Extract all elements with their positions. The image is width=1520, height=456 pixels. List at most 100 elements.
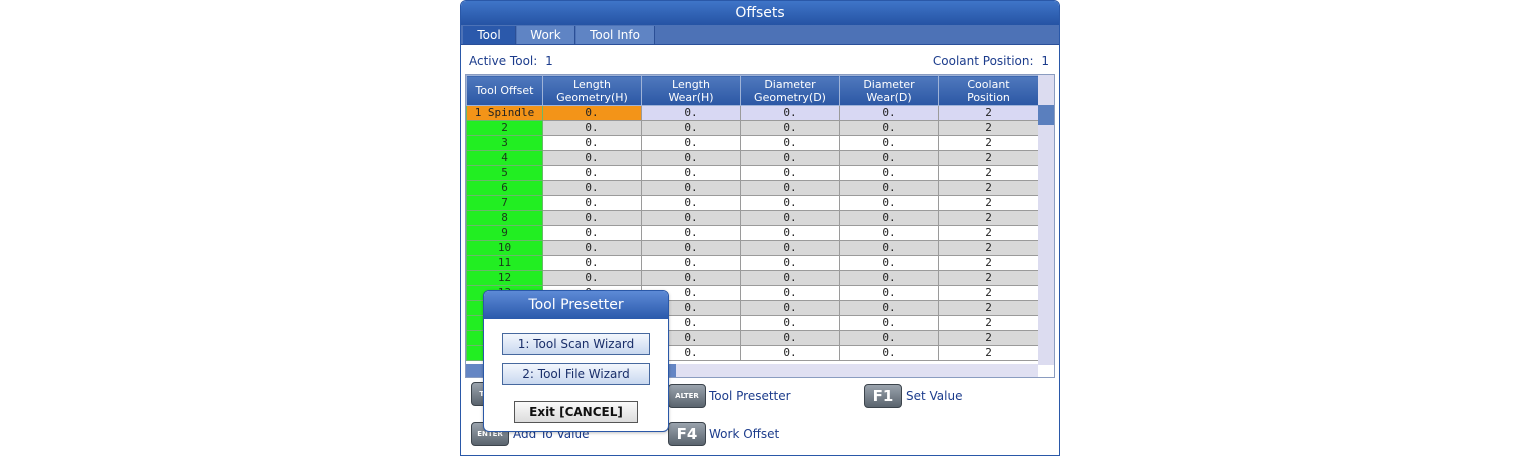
table-row[interactable]: 3 0. 0. 0. 0. 2 bbox=[466, 135, 1039, 151]
offset-cell[interactable]: 0. bbox=[740, 330, 840, 346]
offset-cell[interactable]: 0. bbox=[839, 120, 939, 136]
offset-cell[interactable]: 2 bbox=[938, 195, 1039, 211]
tool-file-wizard-button[interactable]: 2: Tool File Wizard bbox=[502, 363, 650, 385]
offset-cell[interactable]: 0. bbox=[839, 135, 939, 151]
offset-cell[interactable]: 0. bbox=[839, 285, 939, 301]
offset-cell[interactable]: 0. bbox=[839, 240, 939, 256]
offset-cell[interactable]: 0. bbox=[641, 255, 741, 271]
alter-key[interactable]: ALTER bbox=[668, 384, 706, 408]
tool-number-cell[interactable]: 4 bbox=[466, 150, 543, 166]
table-row[interactable]: 5 0. 0. 0. 0. 2 bbox=[466, 165, 1039, 181]
tool-number-cell[interactable]: 2 bbox=[466, 120, 543, 136]
offset-cell[interactable]: 0. bbox=[542, 255, 642, 271]
offset-cell[interactable]: 0. bbox=[542, 270, 642, 286]
table-row[interactable]: 6 0. 0. 0. 0. 2 bbox=[466, 180, 1039, 196]
offset-cell[interactable]: 0. bbox=[542, 210, 642, 226]
offset-cell[interactable]: 2 bbox=[938, 315, 1039, 331]
table-row[interactable]: 1 Spindle 0. 0. 0. 0. 2 bbox=[466, 105, 1039, 121]
vertical-scroll-thumb[interactable] bbox=[1038, 105, 1054, 125]
table-row[interactable]: 4 0. 0. 0. 0. 2 bbox=[466, 150, 1039, 166]
offset-cell[interactable]: 2 bbox=[938, 345, 1039, 361]
table-row[interactable]: 9 0. 0. 0. 0. 2 bbox=[466, 225, 1039, 241]
offset-cell[interactable]: 0. bbox=[641, 240, 741, 256]
offset-cell[interactable]: 0. bbox=[839, 255, 939, 271]
vertical-scrollbar[interactable] bbox=[1038, 75, 1054, 365]
offset-cell[interactable]: 0. bbox=[641, 165, 741, 181]
offset-cell[interactable]: 0. bbox=[542, 240, 642, 256]
table-row[interactable]: 2 0. 0. 0. 0. 2 bbox=[466, 120, 1039, 136]
offset-cell[interactable]: 0. bbox=[839, 150, 939, 166]
offset-cell[interactable]: 0. bbox=[839, 330, 939, 346]
offset-cell[interactable]: 0. bbox=[839, 210, 939, 226]
offset-cell[interactable]: 2 bbox=[938, 105, 1039, 121]
offset-cell[interactable]: 2 bbox=[938, 210, 1039, 226]
offset-cell[interactable]: 0. bbox=[641, 135, 741, 151]
offset-cell[interactable]: 0. bbox=[641, 120, 741, 136]
offset-cell[interactable]: 0. bbox=[542, 180, 642, 196]
tab-work[interactable]: Work bbox=[517, 26, 575, 44]
offset-cell[interactable]: 0. bbox=[839, 195, 939, 211]
offset-cell[interactable]: 2 bbox=[938, 180, 1039, 196]
offset-cell[interactable]: 0. bbox=[839, 105, 939, 121]
offset-cell[interactable]: 0. bbox=[641, 195, 741, 211]
table-row[interactable]: 8 0. 0. 0. 0. 2 bbox=[466, 210, 1039, 226]
offset-cell[interactable]: 0. bbox=[839, 165, 939, 181]
offset-cell[interactable]: 2 bbox=[938, 225, 1039, 241]
f1-key[interactable]: F1 bbox=[864, 384, 902, 408]
f4-key[interactable]: F4 bbox=[668, 422, 706, 446]
offset-cell[interactable]: 0. bbox=[542, 105, 642, 121]
offset-cell[interactable]: 0. bbox=[740, 255, 840, 271]
table-row[interactable]: 11 0. 0. 0. 0. 2 bbox=[466, 255, 1039, 271]
offset-cell[interactable]: 0. bbox=[542, 225, 642, 241]
offset-cell[interactable]: 2 bbox=[938, 270, 1039, 286]
offset-cell[interactable]: 0. bbox=[641, 150, 741, 166]
tab-tool-info[interactable]: Tool Info bbox=[576, 26, 655, 44]
tab-tool[interactable]: Tool bbox=[463, 26, 516, 44]
offset-cell[interactable]: 2 bbox=[938, 150, 1039, 166]
exit-cancel-button[interactable]: Exit [CANCEL] bbox=[514, 401, 638, 423]
offset-cell[interactable]: 0. bbox=[542, 195, 642, 211]
tool-number-cell[interactable]: 9 bbox=[466, 225, 543, 241]
tool-number-cell[interactable]: 7 bbox=[466, 195, 543, 211]
offset-cell[interactable]: 2 bbox=[938, 120, 1039, 136]
table-row[interactable]: 7 0. 0. 0. 0. 2 bbox=[466, 195, 1039, 211]
offset-cell[interactable]: 0. bbox=[740, 285, 840, 301]
offset-cell[interactable]: 0. bbox=[641, 225, 741, 241]
tool-number-cell[interactable]: 1 Spindle bbox=[466, 105, 543, 121]
offset-cell[interactable]: 0. bbox=[542, 135, 642, 151]
tool-number-cell[interactable]: 10 bbox=[466, 240, 543, 256]
offset-cell[interactable]: 0. bbox=[740, 105, 840, 121]
offset-cell[interactable]: 0. bbox=[740, 345, 840, 361]
tool-number-cell[interactable]: 12 bbox=[466, 270, 543, 286]
offset-cell[interactable]: 2 bbox=[938, 255, 1039, 271]
offset-cell[interactable]: 0. bbox=[839, 300, 939, 316]
offset-cell[interactable]: 2 bbox=[938, 240, 1039, 256]
offset-cell[interactable]: 0. bbox=[740, 195, 840, 211]
offset-cell[interactable]: 0. bbox=[740, 135, 840, 151]
offset-cell[interactable]: 0. bbox=[740, 180, 840, 196]
offset-cell[interactable]: 2 bbox=[938, 165, 1039, 181]
tool-number-cell[interactable]: 8 bbox=[466, 210, 543, 226]
offset-cell[interactable]: 0. bbox=[839, 270, 939, 286]
offset-cell[interactable]: 0. bbox=[740, 165, 840, 181]
tool-number-cell[interactable]: 11 bbox=[466, 255, 543, 271]
offset-cell[interactable]: 0. bbox=[542, 165, 642, 181]
offset-cell[interactable]: 0. bbox=[542, 150, 642, 166]
offset-cell[interactable]: 0. bbox=[740, 300, 840, 316]
offset-cell[interactable]: 0. bbox=[641, 180, 741, 196]
table-row[interactable]: 12 0. 0. 0. 0. 2 bbox=[466, 270, 1039, 286]
offset-cell[interactable]: 0. bbox=[740, 240, 840, 256]
offset-cell[interactable]: 0. bbox=[740, 210, 840, 226]
tool-number-cell[interactable]: 6 bbox=[466, 180, 543, 196]
offset-cell[interactable]: 2 bbox=[938, 135, 1039, 151]
tool-number-cell[interactable]: 3 bbox=[466, 135, 543, 151]
offset-cell[interactable]: 0. bbox=[839, 180, 939, 196]
offset-cell[interactable]: 0. bbox=[839, 315, 939, 331]
offset-cell[interactable]: 0. bbox=[839, 225, 939, 241]
tool-number-cell[interactable]: 5 bbox=[466, 165, 543, 181]
offset-cell[interactable]: 0. bbox=[740, 150, 840, 166]
offset-cell[interactable]: 0. bbox=[740, 315, 840, 331]
offset-cell[interactable]: 0. bbox=[740, 225, 840, 241]
offset-cell[interactable]: 0. bbox=[740, 270, 840, 286]
tool-scan-wizard-button[interactable]: 1: Tool Scan Wizard bbox=[502, 333, 650, 355]
